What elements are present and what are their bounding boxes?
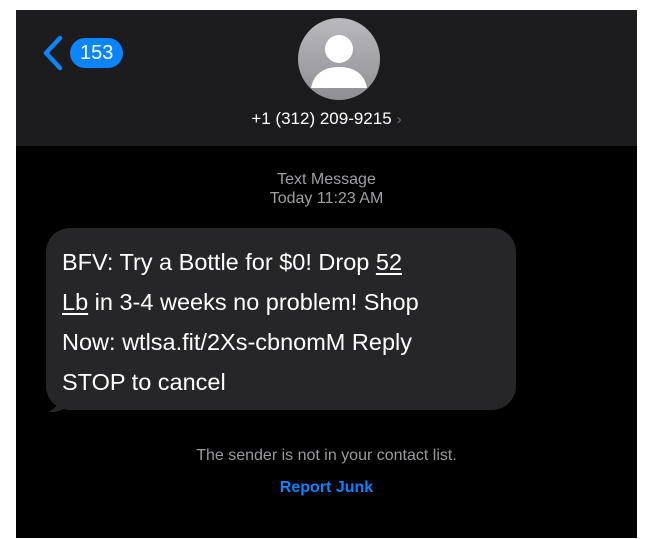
message-text: in 3-4 weeks no problem! Shop [88,289,419,315]
conversation-header: 153 +1 (312) 209-9215 › [16,10,637,146]
unknown-sender-notice: The sender is not in your contact list. [196,447,457,464]
message-timestamp: Today 11:23 AM [269,190,384,207]
person-silhouette-icon [311,35,367,88]
contact-avatar[interactable] [298,18,380,100]
message-line-4: STOP to cancel [62,369,226,395]
contact-details-link[interactable]: +1 (312) 209-9215 › [16,108,637,131]
service-label: Text Message [277,171,376,188]
message-bubble[interactable]: BFV: Try a Bottle for $0! Drop 52 Lb in … [46,228,516,410]
data-detector-link[interactable]: 52 [376,249,402,275]
data-detector-link[interactable]: Lb [62,289,88,315]
chevron-right-icon: › [396,111,402,128]
chevron-left-icon [43,35,63,71]
contact-number: +1 (312) 209-9215 [251,109,392,128]
back-button[interactable]: 153 [40,34,124,72]
message-line-2: Lb in 3-4 weeks no problem! Shop [62,282,500,322]
report-junk-link[interactable]: Report Junk [16,478,637,498]
message-line-3: Now: wtlsa.fit/2Xs-cbnomM Reply [62,329,412,355]
message-meta: Text Message Today 11:23 AM [16,170,637,208]
unread-count-badge: 153 [70,38,124,68]
message-line-1: BFV: Try a Bottle for $0! Drop 52 [62,242,500,282]
messages-screen: 153 +1 (312) 209-9215 › Text Message Toda… [16,10,637,538]
message-text: BFV: Try a Bottle for $0! Drop [62,249,376,275]
